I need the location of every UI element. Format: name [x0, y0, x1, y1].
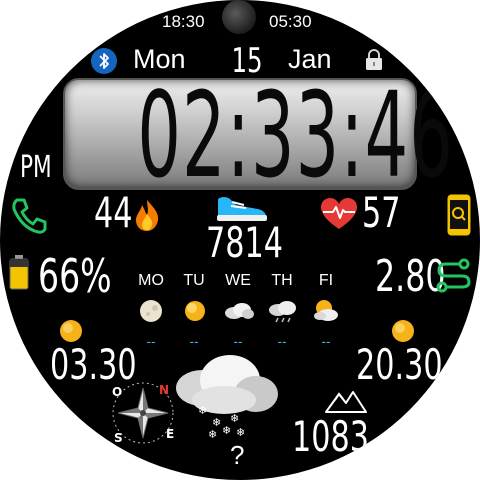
sun-cloud-icon	[310, 298, 344, 324]
digital-time: 02:33:46	[137, 66, 455, 204]
phone-search-icon[interactable]	[446, 193, 472, 242]
calories-value: 44	[94, 188, 133, 237]
forecast-temp-1: --	[146, 333, 156, 349]
steps-count: 7814	[206, 218, 283, 267]
unknown-weather-label: ?	[230, 440, 245, 470]
svg-text:❄: ❄	[198, 404, 207, 417]
phone-icon[interactable]	[8, 195, 50, 242]
forecast-temp-5: --	[321, 333, 331, 349]
heart-rate-value: 57	[362, 188, 401, 237]
moon-phase-icon	[222, 0, 256, 34]
forecast-day-2: TU	[183, 272, 205, 289]
am-pm-indicator: PM	[20, 150, 52, 185]
svg-text:❄: ❄	[208, 428, 217, 441]
forecast-day-3: WE	[225, 272, 251, 289]
sunset-time: 05:30	[269, 12, 312, 31]
cloud-rain-icon	[266, 298, 300, 324]
forecast-temp-3: --	[233, 333, 243, 349]
right-time-value: 20.30	[356, 340, 443, 389]
compass-icon[interactable]: N O S E	[104, 374, 182, 457]
watch-face: 18:30 05:30 Mon 15 Jan 02:33:46 PM 44 78…	[0, 0, 480, 480]
sun-icon	[179, 298, 213, 324]
snow-cloud-icon[interactable]: ❄ ❄ ❄ ❄ ❄ ❄	[172, 350, 284, 447]
svg-text:❄: ❄	[230, 412, 239, 425]
forecast-temp-2: --	[189, 333, 199, 349]
battery-percentage: 66%	[38, 249, 112, 303]
bluetooth-icon	[91, 48, 117, 74]
compass-south-label: S	[114, 431, 123, 445]
svg-text:❄: ❄	[236, 426, 245, 439]
route-icon[interactable]	[436, 258, 472, 299]
cloud-icon	[222, 298, 256, 324]
sunrise-time: 18:30	[162, 12, 205, 31]
compass-west-label: O	[112, 385, 122, 399]
forecast-day-4: TH	[271, 272, 293, 289]
flame-icon	[132, 198, 162, 237]
distance-value: 2.80	[375, 251, 446, 302]
forecast-day-5: FI	[318, 272, 334, 289]
battery-icon	[8, 254, 30, 295]
moon-cloud-icon	[136, 298, 170, 324]
forecast-temp-4: --	[277, 333, 287, 349]
elevation-value: 1083	[292, 412, 369, 461]
heart-rate-icon[interactable]	[320, 197, 358, 236]
forecast-day-1: MO	[138, 272, 164, 289]
svg-text:❄: ❄	[222, 424, 231, 437]
compass-north-label: N	[159, 383, 169, 397]
